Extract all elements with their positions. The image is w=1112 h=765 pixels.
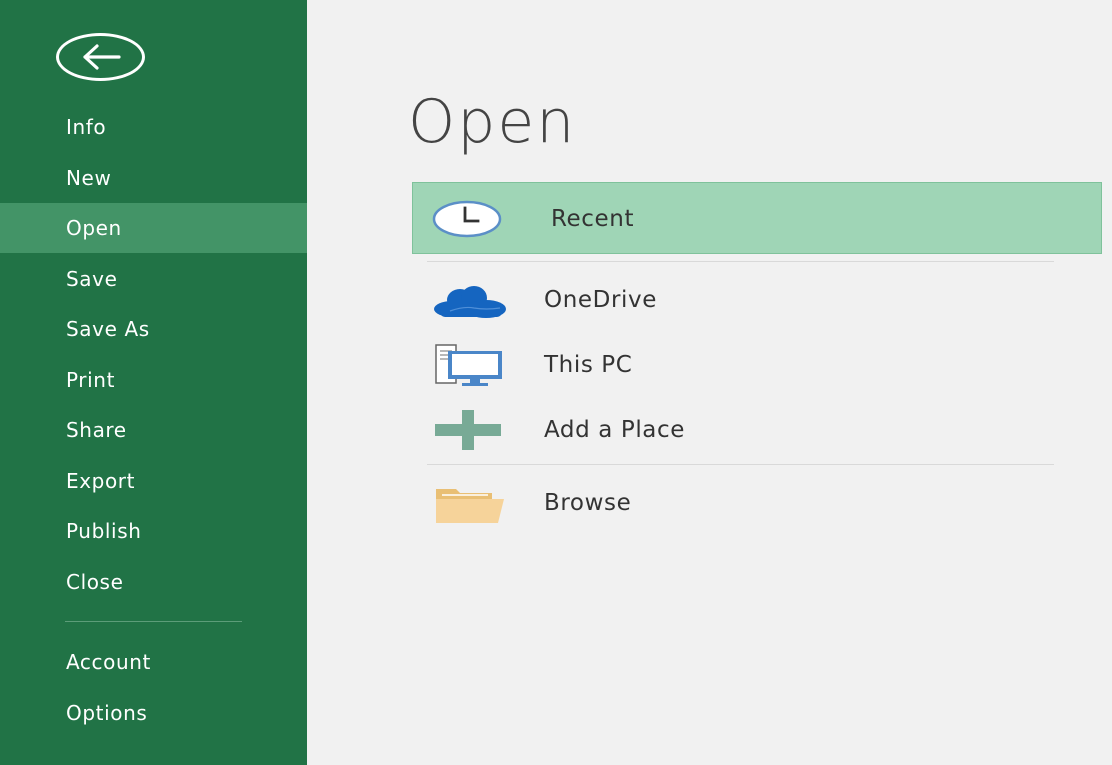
plus-icon — [435, 410, 501, 450]
nav-account[interactable]: Account — [0, 637, 307, 687]
location-browse[interactable]: Browse — [412, 467, 1102, 539]
location-label: This PC — [544, 352, 633, 378]
location-add-a-place[interactable]: Add a Place — [412, 394, 1102, 466]
computer-icon — [435, 344, 502, 386]
divider — [427, 261, 1054, 262]
back-button[interactable] — [56, 33, 145, 81]
nav-open[interactable]: Open — [0, 203, 307, 253]
location-label: OneDrive — [544, 287, 657, 313]
nav-close[interactable]: Close — [0, 557, 307, 607]
excel-backstage-window: Info New Open Save Save As Print Share E… — [0, 0, 1112, 765]
backstage-sidebar: Info New Open Save Save As Print Share E… — [0, 0, 307, 765]
location-recent[interactable]: Recent — [412, 182, 1102, 254]
nav-export[interactable]: Export — [0, 456, 307, 506]
nav-options[interactable]: Options — [0, 688, 307, 738]
location-label: Recent — [551, 206, 635, 232]
nav-save[interactable]: Save — [0, 254, 307, 304]
clock-icon — [432, 200, 502, 238]
location-label: Browse — [544, 490, 632, 516]
nav-new[interactable]: New — [0, 153, 307, 203]
nav-save-as[interactable]: Save As — [0, 304, 307, 354]
location-this-pc[interactable]: This PC — [412, 329, 1102, 401]
nav-print[interactable]: Print — [0, 355, 307, 405]
nav-publish[interactable]: Publish — [0, 506, 307, 556]
location-onedrive[interactable]: OneDrive — [412, 264, 1102, 336]
sidebar-divider — [65, 621, 242, 622]
back-arrow-icon — [83, 44, 121, 70]
nav-share[interactable]: Share — [0, 405, 307, 455]
open-pane: Open Recent OneDrive This PC Add a Place… — [307, 0, 1112, 765]
cloud-icon — [434, 286, 506, 318]
location-label: Add a Place — [544, 417, 685, 443]
page-title: Open — [408, 87, 577, 157]
nav-info[interactable]: Info — [0, 102, 307, 152]
divider — [427, 464, 1054, 465]
folder-icon — [436, 489, 504, 523]
